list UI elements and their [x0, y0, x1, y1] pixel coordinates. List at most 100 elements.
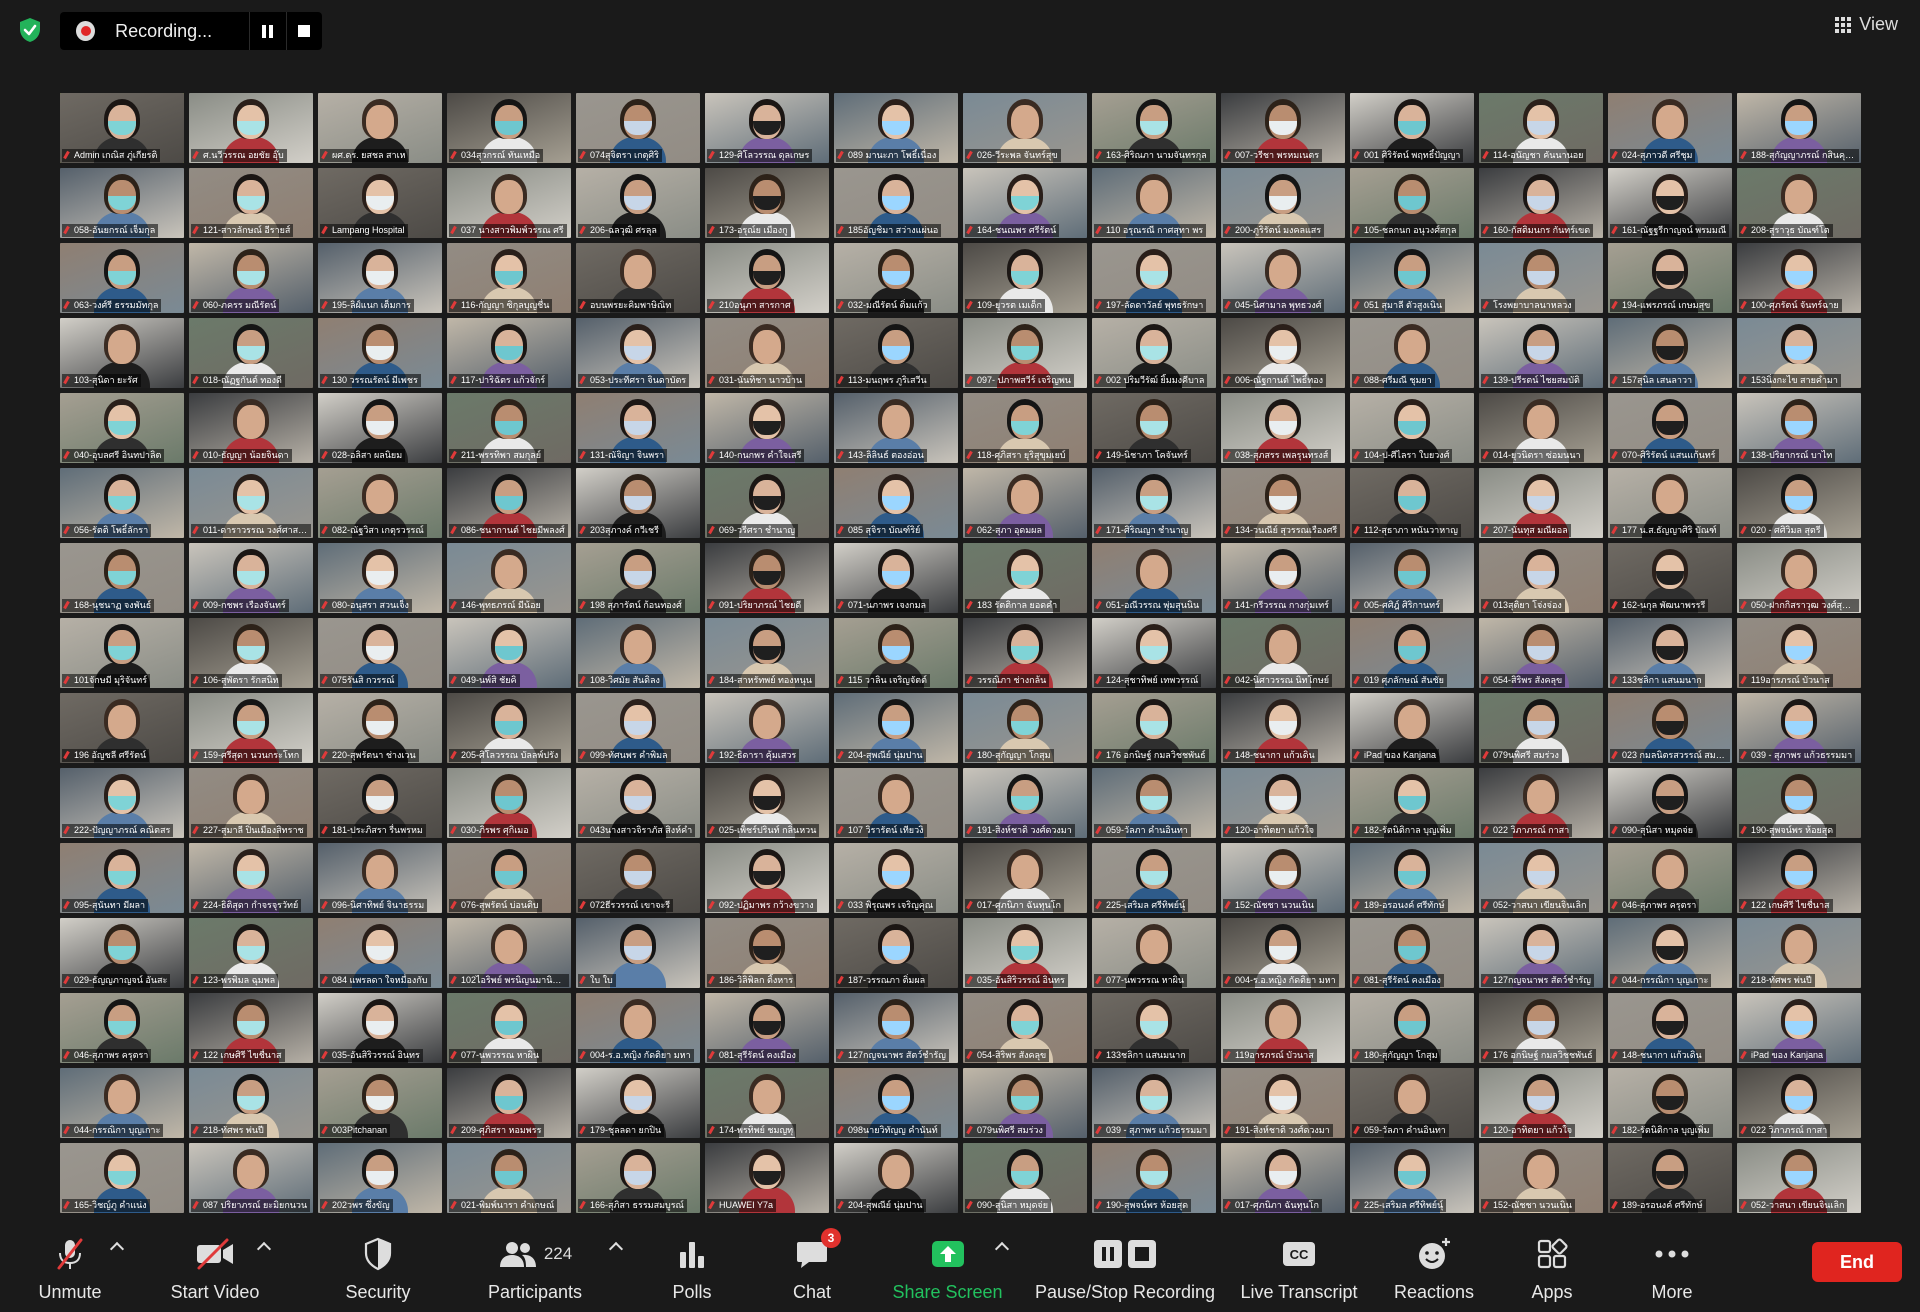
- participant-tile[interactable]: 131-ณัจิญา จินพรา: [576, 393, 700, 463]
- participant-tile[interactable]: 206-ฉลวุฒิ ศรลุล: [576, 168, 700, 238]
- participant-tile[interactable]: 130 วรรณรัตน์ มีเพชร: [318, 318, 442, 388]
- participant-tile[interactable]: 152-ณัชชา นวนเนิน: [1221, 843, 1345, 913]
- participant-tile[interactable]: 168-นุชนาฏ จงพันธ์: [60, 543, 184, 613]
- participant-tile[interactable]: 139-ปรีรตน์ ไชยสมบัติ: [1479, 318, 1603, 388]
- participants-options-chevron-icon[interactable]: [608, 1241, 624, 1257]
- participant-tile[interactable]: 194-แพรภรณ์ เกษมสุข: [1608, 243, 1732, 313]
- participant-tile[interactable]: 210อนุภา สารกาศ: [705, 243, 829, 313]
- participant-tile[interactable]: 118-ศุภิสรา ยุริสุขุมเยบ์: [963, 393, 1087, 463]
- participant-tile[interactable]: 022 วิภาภรณ์ กาสา: [1737, 1068, 1861, 1138]
- participant-tile[interactable]: 174-พรทิพย์ ชมญทุ: [705, 1068, 829, 1138]
- participant-tile[interactable]: 081-สุรีรัตน์ คงเมือง: [705, 993, 829, 1063]
- participant-tile[interactable]: 196 อัญชลี ศรีรัตน์: [60, 693, 184, 763]
- participant-tile[interactable]: 134-วนณีย์ สุวรรณเรืองศรี: [1221, 468, 1345, 538]
- participant-tile[interactable]: 204-สุพณีย์ นุ่มปาน: [834, 693, 958, 763]
- participant-tile[interactable]: 106-สุพัตรา รักสนิท: [189, 618, 313, 688]
- participant-tile[interactable]: 045-นิศามาล พุทธวงศ์: [1221, 243, 1345, 313]
- participant-tile[interactable]: 013สุติยา โจ่งจ่อง: [1479, 543, 1603, 613]
- participant-tile[interactable]: 079นพิศรี สมร่วง: [963, 1068, 1087, 1138]
- participant-tile[interactable]: 011-ดาราวรรณ วงศ์ศาสตร์: [189, 468, 313, 538]
- participant-tile[interactable]: 105-ชลกนก อนุวงศ์สกุล: [1350, 168, 1474, 238]
- participant-tile[interactable]: 121-สาวลักษณ์ อีรายส์: [189, 168, 313, 238]
- participant-tile[interactable]: 203สุภางค์ กวีเชรี: [576, 468, 700, 538]
- participant-tile[interactable]: 042-นิศาวรรณ นิทโกษย์: [1221, 618, 1345, 688]
- participant-tile[interactable]: iPad ของ Kanjana: [1737, 993, 1861, 1063]
- participant-tile[interactable]: 092-ปฏิมาพร กว้างขวาง: [705, 843, 829, 913]
- participant-tile[interactable]: 140-กนกพร คำใจเสรี: [705, 393, 829, 463]
- chat-button[interactable]: 3 Chat: [780, 1222, 844, 1312]
- audio-options-chevron-icon[interactable]: [109, 1241, 125, 1257]
- participant-tile[interactable]: วรรณิภา ช่างกล้น: [963, 618, 1087, 688]
- participant-tile[interactable]: 004-ร.อ.หญิง กัดติยา มหา: [576, 993, 700, 1063]
- participant-tile[interactable]: 087 ปริยาภรณ์ ยะมิยกนวน: [189, 1143, 313, 1213]
- participant-tile[interactable]: 051-อณีวรรณ พุ่มสุนนิน: [1092, 543, 1216, 613]
- participant-tile[interactable]: 177 น.ส.ธัญญาศิริ บัณฑ์: [1608, 468, 1732, 538]
- participant-tile[interactable]: 185อัญชิมา สว่างแผ่นอ: [834, 168, 958, 238]
- participant-tile[interactable]: 143-ลิลินธ์ ตองอ่อน: [834, 393, 958, 463]
- participant-tile[interactable]: 190-สุพจน์พร ห้อยสุด: [1092, 1143, 1216, 1213]
- participant-tile[interactable]: 052-วาสนา เขียนจินเลิก: [1737, 1143, 1861, 1213]
- participant-tile[interactable]: 119อารภรณ์ บัวนาส: [1737, 618, 1861, 688]
- participant-tile[interactable]: 101จักษมี มุริจันทร์: [60, 618, 184, 688]
- participant-tile[interactable]: 090-สุนิสา หมุดจ่ย: [963, 1143, 1087, 1213]
- participant-tile[interactable]: 211-พรรทิพา สมกุลย์: [447, 393, 571, 463]
- participant-tile[interactable]: 034สุวกรณ์ ทันเหมือ: [447, 93, 571, 163]
- participant-tile[interactable]: 051 สุมาลี ตัวสูงเนิน: [1350, 243, 1474, 313]
- participant-tile[interactable]: 025-เพ็ชร์ปรินท์ กลิ่นหวน: [705, 768, 829, 838]
- participant-tile[interactable]: 091-ปริยาภรณ์ ไชยดี: [705, 543, 829, 613]
- participant-tile[interactable]: 037 นางสาวพิมพ์วรรณ ศรี: [447, 168, 571, 238]
- participant-tile[interactable]: Admin เกณิส ภู่เกียรติ: [60, 93, 184, 163]
- participant-tile[interactable]: 220-สุพรัตนา ช่างเวน: [318, 693, 442, 763]
- participant-tile[interactable]: 103-สุนิดา ยะรัศ: [60, 318, 184, 388]
- view-button[interactable]: View: [1835, 14, 1898, 35]
- participant-tile[interactable]: 225-เสริมล ศรีทิพย์นุ์: [1350, 1143, 1474, 1213]
- participant-tile[interactable]: 180-สุกัญญา โกสุม: [963, 693, 1087, 763]
- participant-tile[interactable]: 146-พุทธภรณ์ มีน้อย: [447, 543, 571, 613]
- participant-tile[interactable]: 204-สุพณีย์ นุ่มปาน: [834, 1143, 958, 1213]
- participant-tile[interactable]: 218-ทัศพร พ่นปี: [1737, 918, 1861, 988]
- participant-tile[interactable]: 109-ยุวรต เมเด็ก: [963, 243, 1087, 313]
- participants-button[interactable]: 224 Participants: [480, 1222, 590, 1312]
- participant-tile[interactable]: 039 - สุภาพร แก้วธรรมมา: [1092, 1068, 1216, 1138]
- participant-tile[interactable]: 153นิ่งกะไข สายคำมา: [1737, 318, 1861, 388]
- participant-tile[interactable]: 161-ณัฐฐรีกาญจน์ พรมมณี: [1608, 168, 1732, 238]
- participant-tile[interactable]: 116-กัญญา ซิกุลบุญชื่น: [447, 243, 571, 313]
- participant-tile[interactable]: 010-ธัญญา น้อยจินดา: [189, 393, 313, 463]
- participant-tile[interactable]: 033 พิรุณพร เจริญคุณ: [834, 843, 958, 913]
- participant-tile[interactable]: 035-อันสิริวรรณ์ อินทร: [963, 918, 1087, 988]
- participant-tile[interactable]: 102ไอริพย์ พรนิญนมานิรภัพ: [447, 918, 571, 988]
- participant-tile[interactable]: 035-อันสิริวรรณ์ อินทร: [318, 993, 442, 1063]
- participant-tile[interactable]: 100-ศุภรัตน์ จันทร์ฉาย: [1737, 243, 1861, 313]
- participant-tile[interactable]: 089 มานะภา โพธิ์เนื่อง: [834, 93, 958, 163]
- participant-tile[interactable]: 070-ศิริรัตน์ แสนแก้นทร์: [1608, 393, 1732, 463]
- participant-tile[interactable]: 086-ชนากานต์ ไชยมีพลงศ์: [447, 468, 571, 538]
- participant-tile[interactable]: 077-นพวรรณ หาผิน: [447, 993, 571, 1063]
- security-shield-icon[interactable]: [16, 16, 44, 44]
- participant-tile[interactable]: 222-ปัญญาภรณ์ คณิตสร: [60, 768, 184, 838]
- participant-tile[interactable]: 192-ธิดารา คุ้มเสวร: [705, 693, 829, 763]
- participant-tile[interactable]: 095-สุนันทา มีผลา: [60, 843, 184, 913]
- participant-tile[interactable]: 138-ปริยากรณ์ บาไท: [1737, 393, 1861, 463]
- participant-tile[interactable]: 009-กชพร เรืองจันทร์: [189, 543, 313, 613]
- participant-tile[interactable]: 148-ชนากา แก้วเดิน: [1221, 693, 1345, 763]
- participant-tile[interactable]: 021-พิมพ์นารา คำเกษณ์: [447, 1143, 571, 1213]
- participant-tile[interactable]: 108-วิศมัย สันดิลง: [576, 618, 700, 688]
- participant-tile[interactable]: 148-ชนากา แก้วเดิน: [1608, 993, 1732, 1063]
- participant-tile[interactable]: 176 อกนิษฐ์ กมลวิชชพันธ์: [1479, 993, 1603, 1063]
- participant-tile[interactable]: 030-ภิรพร ศุกิเมอ: [447, 768, 571, 838]
- participant-tile[interactable]: 120-อาทิตยา แก้วใจ: [1479, 1068, 1603, 1138]
- participant-tile[interactable]: 176 อกนิษฐ์ กมลวิชชพันธ์: [1092, 693, 1216, 763]
- reactions-button[interactable]: Reactions: [1384, 1222, 1484, 1312]
- participant-tile[interactable]: 112-สุธาภา หนันวาหาญ: [1350, 468, 1474, 538]
- participant-tile[interactable]: 184-สาหรัทพย์ ทองหนุน: [705, 618, 829, 688]
- participant-tile[interactable]: 127กญจนาพร สัตว์ชำรัญ: [834, 993, 958, 1063]
- share-screen-button[interactable]: Share Screen: [890, 1222, 1005, 1312]
- participant-tile[interactable]: 159-ศรีสุดา นวนกระโทก: [189, 693, 313, 763]
- participant-tile[interactable]: 081-สุรีรัตน์ คงเมือง: [1350, 918, 1474, 988]
- participant-tile[interactable]: 096-นิศาทิพย์ จินาธรรม: [318, 843, 442, 913]
- participant-tile[interactable]: 004-ร.อ.หญิง กัดติยา มหา: [1221, 918, 1345, 988]
- participant-tile[interactable]: 114-อนัญชา คันนานอย: [1479, 93, 1603, 163]
- participant-tile[interactable]: 191-สิงห์ชาติ วงศ์ดวงมา: [1221, 1068, 1345, 1138]
- participant-tile[interactable]: 127กญจนาพร สัตว์ชำรัญ: [1479, 918, 1603, 988]
- participant-tile[interactable]: 129-ศิโลวรรณ ดุลเกษร: [705, 93, 829, 163]
